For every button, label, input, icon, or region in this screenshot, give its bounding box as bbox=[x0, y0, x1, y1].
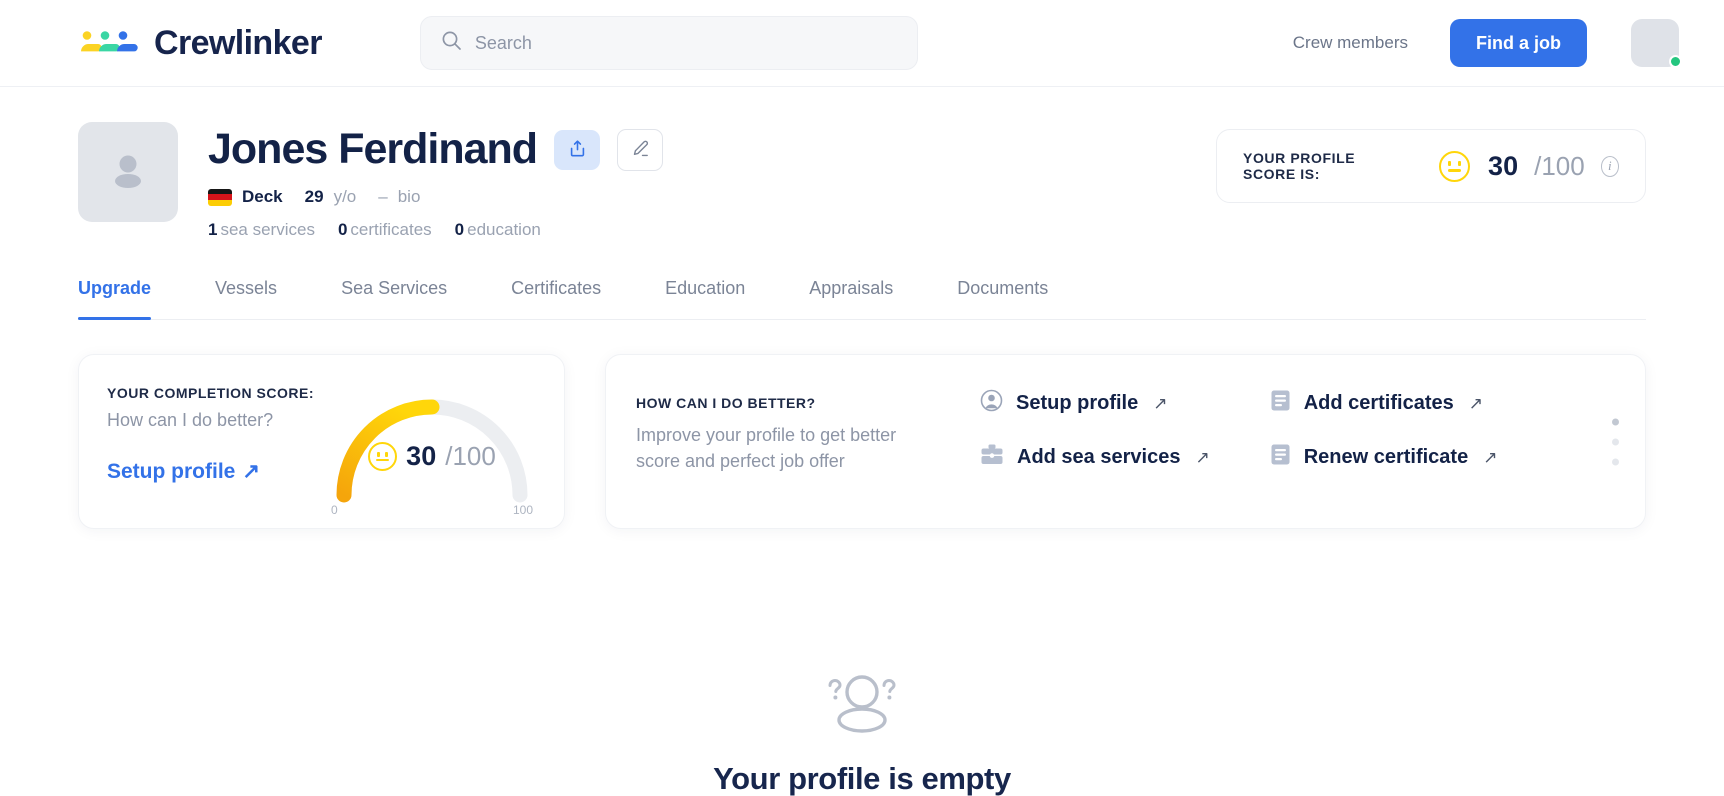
completion-title: YOUR COMPLETION SCORE: bbox=[107, 385, 315, 402]
search-container bbox=[419, 16, 918, 70]
arrow-up-right-icon: ↗ bbox=[1468, 393, 1483, 413]
carousel-dot-3[interactable] bbox=[1612, 458, 1619, 466]
profile-details: Jones Ferdinand Deck 29 y/o – bio 1 sea … bbox=[208, 122, 664, 240]
profile-avatar[interactable] bbox=[78, 122, 178, 222]
action-setup-profile[interactable]: Setup profile ↗ bbox=[980, 389, 1210, 418]
user-circle-icon bbox=[980, 389, 1003, 418]
completion-subtitle: How can I do better? bbox=[107, 410, 274, 431]
search-input[interactable] bbox=[474, 32, 897, 54]
gauge-value-group: 30 /100 bbox=[328, 441, 536, 472]
upgrade-cards: YOUR COMPLETION SCORE: How can I do bett… bbox=[78, 354, 1646, 530]
person-question-icon bbox=[819, 672, 905, 739]
empty-state-title: Your profile is empty bbox=[713, 761, 1011, 796]
user-avatar[interactable] bbox=[1631, 19, 1682, 68]
action-label: Add certificates bbox=[1303, 392, 1454, 415]
better-subtitle: Improve your profile to get better score… bbox=[636, 425, 897, 472]
how-can-i-do-better-card: HOW CAN I DO BETTER? Improve your profil… bbox=[605, 354, 1646, 530]
profile-score-pill: YOUR PROFILE SCORE IS: 30 /100 i bbox=[1216, 129, 1646, 203]
tab-sea-services[interactable]: Sea Services bbox=[341, 278, 447, 319]
crewlinker-logo-icon bbox=[78, 26, 140, 60]
briefcase-icon bbox=[980, 443, 1004, 472]
setup-profile-link[interactable]: Setup profile ↗ bbox=[107, 459, 260, 484]
profile-bio: bio bbox=[397, 187, 421, 207]
profile-score-denominator: /100 bbox=[1534, 150, 1585, 181]
gauge-score-denominator: /100 bbox=[445, 441, 496, 472]
search-icon bbox=[441, 30, 462, 56]
count-label: sea services bbox=[220, 220, 315, 240]
share-button[interactable] bbox=[554, 129, 601, 170]
profile-name-row: Jones Ferdinand bbox=[208, 125, 664, 173]
arrow-up-right-icon: ↗ bbox=[1153, 393, 1168, 413]
setup-profile-label: Setup profile bbox=[107, 459, 236, 483]
count-label: certificates bbox=[350, 220, 432, 240]
tab-education[interactable]: Education bbox=[665, 278, 745, 319]
carousel-dots bbox=[1612, 418, 1619, 466]
better-title: HOW CAN I DO BETTER? bbox=[636, 395, 816, 412]
count-sea-services: 1 sea services bbox=[208, 220, 315, 240]
profile-placeholder-icon bbox=[102, 144, 154, 201]
share-icon bbox=[568, 139, 587, 161]
profile-counts: 1 sea services 0 certificates 0 education bbox=[208, 220, 663, 240]
online-status-dot bbox=[1669, 55, 1682, 68]
action-label: Renew certificate bbox=[1303, 446, 1469, 469]
completion-text: YOUR COMPLETION SCORE: How can I do bett… bbox=[107, 385, 314, 528]
profile-age-unit: y/o bbox=[333, 187, 357, 207]
tab-upgrade[interactable]: Upgrade bbox=[78, 278, 152, 321]
info-icon[interactable]: i bbox=[1600, 155, 1619, 177]
action-label: Setup profile bbox=[1016, 392, 1139, 415]
document-icon bbox=[1270, 389, 1291, 418]
tab-certificates[interactable]: Certificates bbox=[511, 278, 601, 319]
profile-rank: Deck bbox=[242, 187, 283, 207]
count-value: 0 bbox=[454, 220, 465, 240]
document-icon bbox=[1270, 443, 1291, 472]
tab-documents[interactable]: Documents bbox=[957, 278, 1048, 319]
profile-tabs: Upgrade Vessels Sea Services Certificate… bbox=[78, 278, 1646, 321]
action-add-certificates[interactable]: Add certificates ↗ bbox=[1270, 389, 1498, 418]
count-value: 1 bbox=[208, 220, 218, 240]
profile-meta: Deck 29 y/o – bio bbox=[208, 187, 663, 207]
gauge-score-value: 30 bbox=[406, 441, 437, 472]
profile-score-value: 30 bbox=[1488, 150, 1519, 181]
count-label: education bbox=[467, 220, 541, 240]
pencil-edit-icon bbox=[631, 139, 650, 161]
carousel-dot-2[interactable] bbox=[1612, 438, 1619, 446]
count-certificates: 0 certificates bbox=[338, 220, 432, 240]
tab-appraisals[interactable]: Appraisals bbox=[809, 278, 893, 319]
action-label: Add sea services bbox=[1017, 446, 1181, 469]
crew-members-link[interactable]: Crew members bbox=[1293, 33, 1408, 53]
profile-age: 29 bbox=[304, 187, 324, 207]
search-box[interactable] bbox=[419, 16, 918, 70]
action-renew-certificate[interactable]: Renew certificate ↗ bbox=[1270, 443, 1498, 472]
app-header: Crewlinker Crew members Find a job bbox=[0, 0, 1724, 87]
gauge-min-label: 0 bbox=[331, 503, 338, 518]
edit-profile-button[interactable] bbox=[617, 128, 664, 171]
better-text: HOW CAN I DO BETTER? Improve your profil… bbox=[636, 395, 936, 474]
profile-header: Jones Ferdinand Deck 29 y/o – bio 1 sea … bbox=[0, 87, 1724, 240]
find-a-job-button[interactable]: Find a job bbox=[1450, 19, 1587, 67]
brand[interactable]: Crewlinker bbox=[78, 24, 322, 63]
arrow-up-right-icon: ↗ bbox=[1483, 447, 1498, 467]
suggested-actions: Setup profile ↗ Add certificates ↗ Add s… bbox=[980, 389, 1497, 472]
completion-gauge: 30 /100 0 100 bbox=[328, 387, 536, 517]
brand-name: Crewlinker bbox=[154, 23, 322, 62]
arrow-up-right-icon: ↗ bbox=[1195, 447, 1210, 467]
page-root: Crewlinker Crew members Find a job bbox=[0, 0, 1724, 796]
page-title: Jones Ferdinand bbox=[208, 125, 538, 173]
empty-state: Your profile is empty bbox=[0, 672, 1724, 796]
neutral-face-icon bbox=[1439, 150, 1471, 182]
action-add-sea-services[interactable]: Add sea services ↗ bbox=[980, 443, 1210, 472]
header-actions: Crew members Find a job bbox=[1293, 19, 1682, 68]
germany-flag-icon bbox=[208, 188, 232, 206]
profile-score-label: YOUR PROFILE SCORE IS: bbox=[1243, 150, 1356, 182]
count-value: 0 bbox=[337, 220, 348, 240]
arrow-up-right-icon: ↗ bbox=[242, 460, 260, 484]
completion-score-card: YOUR COMPLETION SCORE: How can I do bett… bbox=[78, 354, 565, 530]
neutral-face-icon bbox=[368, 442, 398, 472]
count-education: 0 education bbox=[455, 220, 541, 240]
meta-separator: – bbox=[378, 187, 388, 207]
gauge-max-label: 100 bbox=[512, 503, 533, 518]
tab-vessels[interactable]: Vessels bbox=[215, 278, 277, 319]
carousel-dot-1[interactable] bbox=[1612, 418, 1619, 426]
